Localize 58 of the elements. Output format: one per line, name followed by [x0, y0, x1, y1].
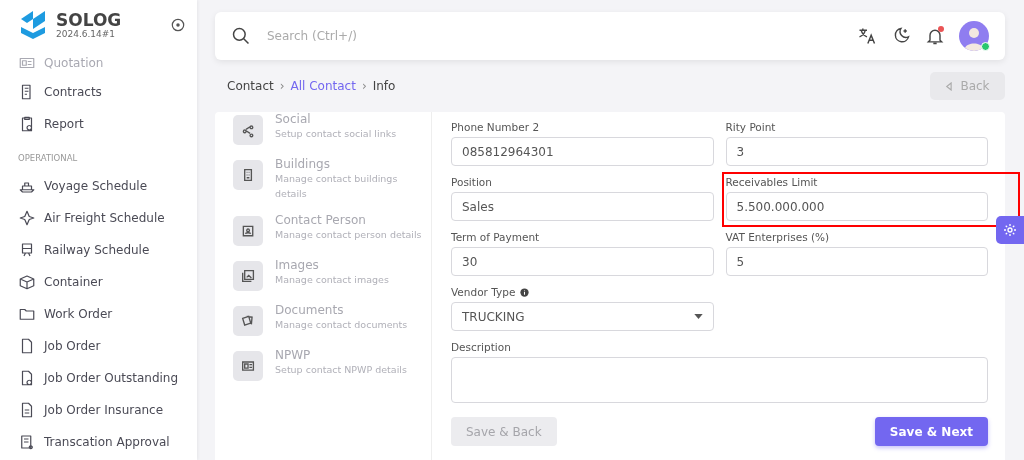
sidebar-item[interactable]: Railway Schedule [18, 234, 197, 266]
step-description: Manage contact documents [275, 318, 409, 332]
text-field[interactable]: 5 [725, 247, 988, 276]
step-icon [233, 351, 263, 381]
sidebar-item[interactable]: Report [18, 108, 197, 140]
sidebar-item[interactable]: Contracts [18, 76, 197, 108]
search-field[interactable]: Search (Ctrl+/) [265, 28, 843, 44]
version-label: 2024.6.14#1 [56, 29, 117, 39]
search-icon [231, 26, 251, 46]
brand-name: SOLOG [56, 11, 122, 29]
step-description: Manage contact buildings details [275, 172, 399, 201]
settings-icon [1002, 222, 1018, 238]
chevron-icon: › [361, 79, 367, 93]
caret-down-icon [693, 314, 703, 319]
dropdown-field[interactable]: TRUCKING [451, 302, 714, 331]
sidebar-item[interactable]: Transcation Approval [18, 426, 197, 458]
text-field[interactable]: 30 [451, 247, 714, 276]
step-icon [233, 261, 263, 291]
avatar[interactable] [959, 21, 989, 51]
field-label: Receivables Limit [725, 176, 818, 188]
chevron-icon: › [279, 79, 285, 93]
step-description: Setup contact social links [275, 127, 398, 141]
description-field[interactable] [451, 357, 988, 403]
step-icon [233, 306, 263, 336]
field-label: Rity Point [725, 121, 776, 133]
field-label: Phone Number 2 [451, 121, 540, 133]
field-label: VAT Enterprises (%) [725, 231, 830, 243]
step-description: Manage contact person details [275, 228, 423, 242]
caret-left-icon [945, 81, 953, 91]
text-field[interactable]: 3 [725, 137, 988, 166]
sidebar-item[interactable]: Job Order Outstanding [18, 362, 197, 394]
sidebar-item[interactable]: Voyage Schedule [18, 170, 197, 202]
translate-icon[interactable] [857, 26, 877, 46]
sidebar-item[interactable]: Air Freight Schedule [18, 202, 197, 234]
step-description: Manage contact images [275, 273, 390, 287]
field-label: Position [451, 176, 492, 188]
logo-icon [18, 9, 48, 41]
sidebar-item[interactable]: Container [18, 266, 197, 298]
step-description: Setup contact NPWP details [275, 363, 408, 377]
field-label: Vendor Type [451, 286, 516, 298]
settings-button[interactable] [996, 216, 1024, 244]
field-label: Term of Payment [451, 231, 540, 243]
field-label: Description [451, 341, 511, 353]
breadcrumb-item: Contact [227, 79, 274, 93]
text-field[interactable]: 085812964301 [451, 137, 714, 166]
section-heading: OPERATIONAL [18, 152, 79, 165]
sidebar-item[interactable]: Job Order [18, 330, 197, 362]
step-icon [233, 216, 263, 246]
radio-toggle-icon[interactable] [171, 18, 185, 32]
save-next-button[interactable]: Save & Next [874, 417, 988, 446]
breadcrumb-link[interactable]: All Contact [290, 79, 356, 93]
text-field[interactable]: Sales [451, 192, 714, 221]
sidebar-item[interactable]: Work Order [18, 298, 197, 330]
sidebar-item[interactable]: Job Order Insurance [18, 394, 197, 426]
text-field[interactable]: 5.500.000.000 [725, 192, 988, 221]
step-icon [233, 160, 263, 190]
step-icon [233, 115, 263, 145]
breadcrumb-item: Info [372, 79, 396, 93]
